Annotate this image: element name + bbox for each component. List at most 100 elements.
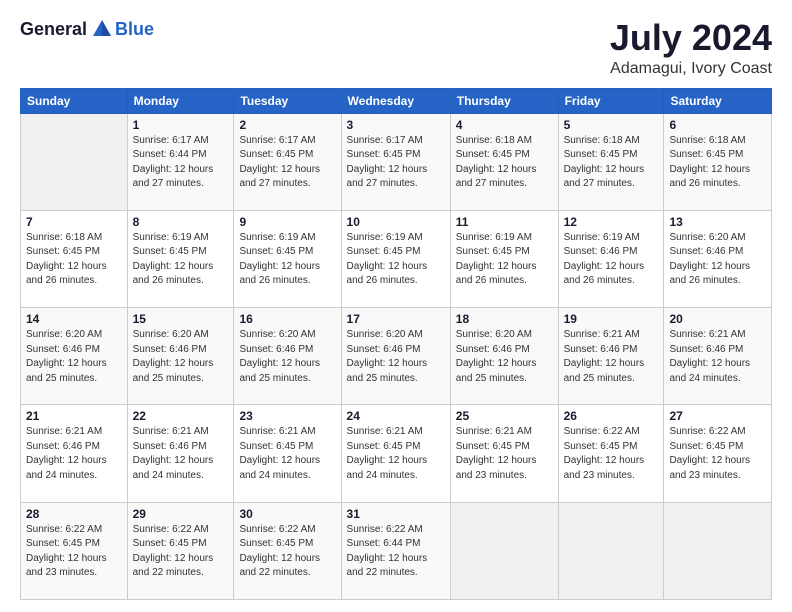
- calendar-day-cell: 17 Sunrise: 6:20 AM Sunset: 6:46 PM Dayli…: [341, 308, 450, 405]
- day-of-week-header: Thursday: [450, 88, 558, 113]
- calendar-day-cell: 5Sunrise: 6:18 AM Sunset: 6:45 PM Daylig…: [558, 113, 664, 210]
- day-info: Sunrise: 6:20 AM Sunset: 6:46 PM Dayligh…: [133, 328, 229, 386]
- day-info: Sunrise: 6:18 AM Sunset: 6:45 PM Dayligh…: [456, 134, 553, 192]
- header: General Blue July 2024 Adamagui, Ivory C…: [20, 18, 772, 78]
- calendar-day-cell: 25 Sunrise: 6:21 AM Sunset: 6:45 PM Dayli…: [450, 405, 558, 502]
- calendar-day-cell: 18Sunrise: 6:20 AM Sunset: 6:46 PM Dayli…: [450, 308, 558, 405]
- calendar-day-cell: 4 Sunrise: 6:18 AM Sunset: 6:45 PM Daylig…: [450, 113, 558, 210]
- day-info: Sunrise: 6:21 AM Sunset: 6:45 PM Dayligh…: [456, 425, 553, 483]
- calendar-day-cell: 1 Sunrise: 6:17 AM Sunset: 6:44 PM Daylig…: [127, 113, 234, 210]
- day-of-week-header: Saturday: [664, 88, 772, 113]
- day-number: 30: [239, 507, 335, 521]
- logo-general-text: General: [20, 19, 87, 40]
- calendar-day-cell: 16Sunrise: 6:20 AM Sunset: 6:46 PM Dayli…: [234, 308, 341, 405]
- day-number: 29: [133, 507, 229, 521]
- day-info: Sunrise: 6:19 AM Sunset: 6:46 PM Dayligh…: [564, 231, 659, 289]
- calendar-day-cell: 26 Sunrise: 6:22 AM Sunset: 6:45 PM Dayli…: [558, 405, 664, 502]
- calendar-day-cell: 2 Sunrise: 6:17 AM Sunset: 6:45 PM Daylig…: [234, 113, 341, 210]
- day-info: Sunrise: 6:18 AM Sunset: 6:45 PM Dayligh…: [669, 134, 766, 192]
- day-of-week-header: Wednesday: [341, 88, 450, 113]
- day-number: 26: [564, 409, 659, 423]
- day-info: Sunrise: 6:17 AM Sunset: 6:45 PM Dayligh…: [347, 134, 445, 192]
- day-number: 31: [347, 507, 445, 521]
- day-number: 23: [239, 409, 335, 423]
- calendar-day-cell: [664, 502, 772, 599]
- calendar-day-cell: 11Sunrise: 6:19 AM Sunset: 6:45 PM Dayli…: [450, 210, 558, 307]
- day-number: 15: [133, 312, 229, 326]
- calendar-day-cell: 14 Sunrise: 6:20 AM Sunset: 6:46 PM Dayli…: [21, 308, 128, 405]
- day-number: 1: [133, 118, 229, 132]
- day-number: 9: [239, 215, 335, 229]
- day-number: 12: [564, 215, 659, 229]
- calendar-day-cell: 7 Sunrise: 6:18 AM Sunset: 6:45 PM Daylig…: [21, 210, 128, 307]
- title-block: July 2024 Adamagui, Ivory Coast: [610, 18, 772, 78]
- day-number: 13: [669, 215, 766, 229]
- month-year: July 2024: [610, 18, 772, 58]
- day-number: 14: [26, 312, 122, 326]
- day-number: 28: [26, 507, 122, 521]
- day-info: Sunrise: 6:17 AM Sunset: 6:45 PM Dayligh…: [239, 134, 335, 192]
- day-number: 22: [133, 409, 229, 423]
- calendar-week-row: 14 Sunrise: 6:20 AM Sunset: 6:46 PM Dayli…: [21, 308, 772, 405]
- day-info: Sunrise: 6:20 AM Sunset: 6:46 PM Dayligh…: [26, 328, 122, 386]
- calendar-day-cell: 22 Sunrise: 6:21 AM Sunset: 6:46 PM Dayli…: [127, 405, 234, 502]
- calendar-day-cell: 30 Sunrise: 6:22 AM Sunset: 6:45 PM Dayli…: [234, 502, 341, 599]
- logo: General Blue: [20, 18, 154, 40]
- day-number: 7: [26, 215, 122, 229]
- day-number: 3: [347, 118, 445, 132]
- calendar-day-cell: 20Sunrise: 6:21 AM Sunset: 6:46 PM Dayli…: [664, 308, 772, 405]
- calendar-day-cell: 12 Sunrise: 6:19 AM Sunset: 6:46 PM Dayli…: [558, 210, 664, 307]
- calendar-day-cell: [450, 502, 558, 599]
- calendar-day-cell: 13Sunrise: 6:20 AM Sunset: 6:46 PM Dayli…: [664, 210, 772, 307]
- day-info: Sunrise: 6:22 AM Sunset: 6:45 PM Dayligh…: [133, 523, 229, 581]
- calendar-week-row: 7 Sunrise: 6:18 AM Sunset: 6:45 PM Daylig…: [21, 210, 772, 307]
- calendar-day-cell: 21 Sunrise: 6:21 AM Sunset: 6:46 PM Dayli…: [21, 405, 128, 502]
- day-info: Sunrise: 6:19 AM Sunset: 6:45 PM Dayligh…: [347, 231, 445, 289]
- calendar-day-cell: 9 Sunrise: 6:19 AM Sunset: 6:45 PM Daylig…: [234, 210, 341, 307]
- day-of-week-header: Monday: [127, 88, 234, 113]
- day-number: 10: [347, 215, 445, 229]
- calendar-day-cell: 8 Sunrise: 6:19 AM Sunset: 6:45 PM Daylig…: [127, 210, 234, 307]
- day-of-week-header: Sunday: [21, 88, 128, 113]
- calendar-day-cell: 3 Sunrise: 6:17 AM Sunset: 6:45 PM Daylig…: [341, 113, 450, 210]
- day-number: 25: [456, 409, 553, 423]
- day-info: Sunrise: 6:22 AM Sunset: 6:44 PM Dayligh…: [347, 523, 445, 581]
- day-info: Sunrise: 6:21 AM Sunset: 6:46 PM Dayligh…: [133, 425, 229, 483]
- day-info: Sunrise: 6:20 AM Sunset: 6:46 PM Dayligh…: [347, 328, 445, 386]
- day-info: Sunrise: 6:21 AM Sunset: 6:46 PM Dayligh…: [26, 425, 122, 483]
- day-number: 16: [239, 312, 335, 326]
- location: Adamagui, Ivory Coast: [610, 60, 772, 78]
- day-number: 6: [669, 118, 766, 132]
- day-info: Sunrise: 6:19 AM Sunset: 6:45 PM Dayligh…: [239, 231, 335, 289]
- logo-blue-text: Blue: [115, 19, 154, 40]
- logo-icon: [91, 18, 113, 40]
- day-info: Sunrise: 6:21 AM Sunset: 6:45 PM Dayligh…: [239, 425, 335, 483]
- day-info: Sunrise: 6:21 AM Sunset: 6:46 PM Dayligh…: [564, 328, 659, 386]
- calendar-day-cell: 15 Sunrise: 6:20 AM Sunset: 6:46 PM Dayli…: [127, 308, 234, 405]
- calendar-week-row: 21 Sunrise: 6:21 AM Sunset: 6:46 PM Dayli…: [21, 405, 772, 502]
- day-info: Sunrise: 6:22 AM Sunset: 6:45 PM Dayligh…: [239, 523, 335, 581]
- day-number: 21: [26, 409, 122, 423]
- calendar-day-cell: 24 Sunrise: 6:21 AM Sunset: 6:45 PM Dayli…: [341, 405, 450, 502]
- calendar-day-cell: 31 Sunrise: 6:22 AM Sunset: 6:44 PM Dayli…: [341, 502, 450, 599]
- calendar-table: SundayMondayTuesdayWednesdayThursdayFrid…: [20, 88, 772, 600]
- day-number: 2: [239, 118, 335, 132]
- day-info: Sunrise: 6:17 AM Sunset: 6:44 PM Dayligh…: [133, 134, 229, 192]
- calendar-week-row: 28 Sunrise: 6:22 AM Sunset: 6:45 PM Dayli…: [21, 502, 772, 599]
- day-number: 24: [347, 409, 445, 423]
- calendar-day-cell: 19Sunrise: 6:21 AM Sunset: 6:46 PM Dayli…: [558, 308, 664, 405]
- day-info: Sunrise: 6:19 AM Sunset: 6:45 PM Dayligh…: [456, 231, 553, 289]
- day-info: Sunrise: 6:19 AM Sunset: 6:45 PM Dayligh…: [133, 231, 229, 289]
- calendar-day-cell: 6 Sunrise: 6:18 AM Sunset: 6:45 PM Daylig…: [664, 113, 772, 210]
- day-info: Sunrise: 6:18 AM Sunset: 6:45 PM Dayligh…: [26, 231, 122, 289]
- day-info: Sunrise: 6:22 AM Sunset: 6:45 PM Dayligh…: [669, 425, 766, 483]
- day-number: 4: [456, 118, 553, 132]
- day-number: 8: [133, 215, 229, 229]
- day-info: Sunrise: 6:22 AM Sunset: 6:45 PM Dayligh…: [564, 425, 659, 483]
- day-number: 17: [347, 312, 445, 326]
- day-number: 18: [456, 312, 553, 326]
- day-number: 27: [669, 409, 766, 423]
- day-info: Sunrise: 6:22 AM Sunset: 6:45 PM Dayligh…: [26, 523, 122, 581]
- day-info: Sunrise: 6:21 AM Sunset: 6:45 PM Dayligh…: [347, 425, 445, 483]
- calendar-day-cell: 10 Sunrise: 6:19 AM Sunset: 6:45 PM Dayli…: [341, 210, 450, 307]
